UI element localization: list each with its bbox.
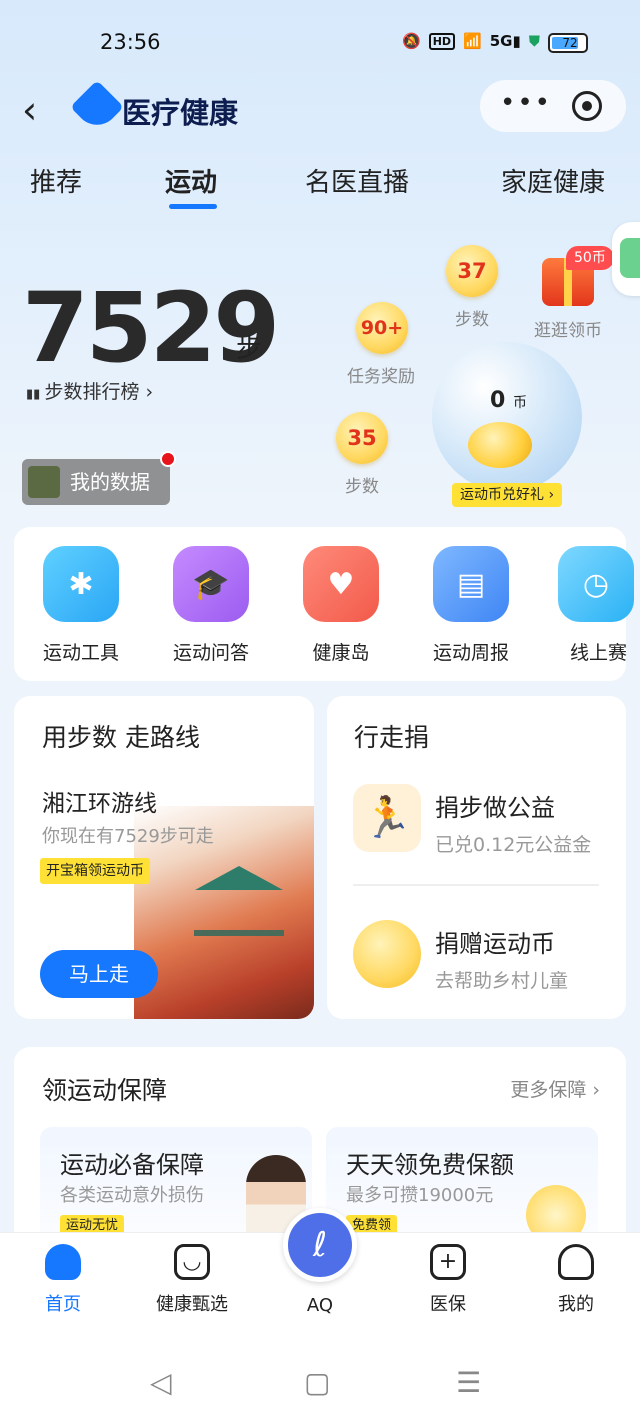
medical-plus-icon: + — [430, 1244, 466, 1280]
tab-home-label: 首页 — [45, 1294, 81, 1315]
tool-label: 线上赛 — [570, 642, 628, 664]
more-insurance-link[interactable]: 更多保障 › — [510, 1075, 600, 1102]
tool-sport-tools[interactable]: ✱ 运动工具 — [26, 546, 136, 665]
heart-icon: ♥ — [303, 546, 379, 622]
coin-icon — [353, 920, 421, 988]
coin-task-label: 任务奖励 — [347, 367, 415, 387]
my-data-label: 我的数据 — [70, 470, 150, 494]
donate-steps-title[interactable]: 捐步做公益 — [435, 788, 555, 823]
route-tag: 开宝箱领运动币 — [40, 858, 150, 884]
divider — [353, 884, 599, 886]
lotus-icon — [28, 466, 60, 498]
walk-title: 行走捐 — [354, 723, 430, 752]
tab-mine[interactable]: 我的 — [531, 1244, 621, 1316]
status-bar: 23:56 🔕 HD 📶 5G▮ ⛊ 72 — [0, 30, 640, 60]
close-miniapp-button[interactable] — [572, 91, 602, 121]
status-time: 23:56 — [100, 30, 161, 54]
nav-home-button[interactable]: ▢ — [304, 1366, 330, 1399]
tab-family[interactable]: 家庭健康 — [501, 162, 605, 199]
notification-dot — [160, 451, 176, 467]
mute-icon: 🔕 — [402, 32, 421, 50]
tool-label: 运动问答 — [172, 642, 249, 664]
coin-steps-1-label: 步数 — [455, 310, 489, 330]
more-button[interactable]: ••• — [500, 88, 552, 118]
tool-weekly-report[interactable]: ▤ 运动周报 — [416, 546, 526, 665]
tool-health-island[interactable]: ♥ 健康岛 — [286, 546, 396, 665]
insurance-item-title: 运动必备保障 — [60, 1151, 204, 1179]
runner-icon: 🏃 — [353, 784, 421, 852]
donate-coins-sub: 去帮助乡村儿童 — [435, 970, 569, 992]
route-card[interactable]: 用步数 走路线 湘江环游线 你现在有7529步可走 开宝箱领运动币 马上走 — [14, 696, 314, 1019]
route-name: 湘江环游线 — [42, 791, 157, 817]
battery-level: 72 — [562, 36, 578, 50]
shield-icon: ⛊ — [528, 32, 540, 50]
app-title: 医疗健康 — [122, 96, 239, 130]
coin-balance-value: 0 — [490, 388, 506, 413]
back-button[interactable]: ‹ — [22, 88, 37, 132]
home-icon — [45, 1244, 81, 1280]
tab-aq[interactable]: AQ — [275, 1295, 365, 1316]
step-rank-link[interactable]: ▮▮ 步数排行榜 › — [26, 377, 153, 404]
running-person-icon: ✱ — [43, 546, 119, 622]
coin-steps-1[interactable]: 37 — [446, 245, 498, 297]
route-title: 用步数 走路线 — [42, 723, 200, 752]
coin-balance: 0 币 — [490, 388, 527, 413]
gift-label: 逛逛领币 — [534, 321, 602, 341]
donate-steps-sub: 已兑0.12元公益金 — [435, 834, 592, 856]
gift-badge: 50币 — [566, 246, 614, 270]
aq-logo-icon: ℓ — [312, 1225, 328, 1265]
tab-health-select[interactable]: ◡ 健康甄选 — [147, 1244, 237, 1316]
side-floating-icon[interactable] — [612, 222, 640, 296]
shopping-bag-icon: ◡ — [174, 1244, 210, 1280]
tab-mine-label: 我的 — [558, 1294, 594, 1315]
tab-underline — [169, 204, 217, 209]
stopwatch-icon: ◷ — [558, 546, 634, 622]
tool-label: 运动周报 — [432, 642, 509, 664]
exchange-button[interactable]: 运动币兑好礼 › — [452, 483, 563, 507]
hd-icon: HD — [428, 32, 456, 50]
tool-online-race[interactable]: ◷ 线上赛 — [546, 546, 640, 665]
nav-menu-button[interactable]: ☰ — [456, 1366, 481, 1399]
coin-bubble[interactable] — [432, 342, 582, 492]
coin-steps-2[interactable]: 35 — [336, 412, 388, 464]
bar-chart-icon: ▮▮ — [26, 387, 45, 402]
walk-donate-card: 行走捐 🏃 捐步做公益 已兑0.12元公益金 捐赠运动币 去帮助乡村儿童 — [327, 696, 626, 1019]
coin-pile-icon — [468, 422, 532, 468]
coin-task[interactable]: 90+ — [356, 302, 408, 354]
tab-recommend[interactable]: 推荐 — [30, 162, 82, 199]
coin-balance-unit: 币 — [512, 395, 527, 411]
insurance-title: 领运动保障 — [42, 1076, 168, 1105]
step-unit: 步 — [236, 334, 263, 364]
signal-icon: 5G▮ — [489, 32, 521, 50]
nav-back-button[interactable]: ◁ — [150, 1366, 172, 1399]
tab-sport[interactable]: 运动 — [165, 162, 217, 199]
wifi-icon: 📶 — [463, 32, 482, 50]
tab-medical-insurance[interactable]: + 医保 — [403, 1244, 493, 1316]
rank-label: 步数排行榜 › — [44, 381, 154, 403]
tab-medical-insurance-label: 医保 — [430, 1294, 466, 1315]
my-data-button[interactable]: 我的数据 — [22, 459, 170, 505]
insurance-item-title: 天天领免费保额 — [346, 1151, 514, 1179]
tool-sport-qa[interactable]: 🎓 运动问答 — [156, 546, 266, 665]
go-walk-button[interactable]: 马上走 — [40, 950, 158, 998]
insurance-item-sub: 最多可攒19000元 — [346, 1185, 494, 1206]
status-icons: 🔕 HD 📶 5G▮ ⛊ — [402, 32, 540, 50]
tab-health-select-label: 健康甄选 — [156, 1294, 228, 1315]
calendar-icon: ▤ — [433, 546, 509, 622]
tool-label: 健康岛 — [312, 642, 370, 664]
pavilion-icon — [194, 866, 284, 936]
aq-assistant-button[interactable]: ℓ — [283, 1208, 357, 1282]
coin-steps-2-label: 步数 — [345, 477, 379, 497]
tab-live[interactable]: 名医直播 — [305, 162, 409, 199]
donate-coins-title[interactable]: 捐赠运动币 — [435, 924, 555, 959]
tool-label: 运动工具 — [42, 642, 119, 664]
graduation-cap-icon: 🎓 — [173, 546, 249, 622]
insurance-item-sub: 各类运动意外损伤 — [60, 1185, 204, 1206]
battery-icon: 72 — [548, 33, 588, 53]
capsule-menu: ••• — [480, 80, 626, 132]
user-icon — [558, 1244, 594, 1280]
tab-home[interactable]: 首页 — [18, 1244, 108, 1316]
route-note: 你现在有7529步可走 — [42, 826, 214, 847]
